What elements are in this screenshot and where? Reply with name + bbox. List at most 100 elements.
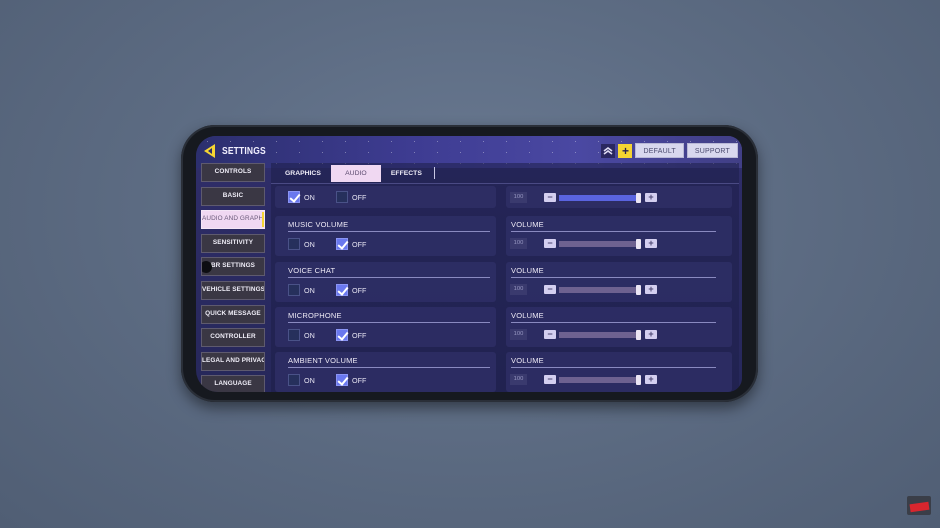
volume-increase-button[interactable]: + [645,375,657,384]
volume-decrease-button[interactable]: − [544,193,556,202]
sidebar-item-language[interactable]: LANGUAGE [201,375,265,392]
sidebar-item-label: BR SETTINGS [210,262,256,270]
volume-slider-thumb[interactable] [636,239,641,249]
sidebar-item-controls[interactable]: CONTROLS [201,163,265,182]
off-option[interactable]: OFF [336,238,366,250]
sidebar-item-sensitivity[interactable]: SENSITIVITY [201,233,265,253]
audio-setting-row: MICROPHONE ON OFF VOLUME 100 − + [275,307,737,347]
tab-audio[interactable]: AUDIO [330,164,381,182]
volume-value: 100 [510,284,527,295]
on-label: ON [304,375,315,385]
volume-slider[interactable] [559,375,641,385]
on-option[interactable]: ON [288,238,315,250]
volume-decrease-button[interactable]: − [544,375,556,384]
sidebar-item-label: LANGUAGE [214,380,252,388]
volume-slider[interactable] [559,330,641,340]
divider [288,367,490,368]
sidebar-item-label: AUDIO AND GRAPHICS [202,215,265,223]
game-screen: SETTINGS + DEFAULT SUPPORT CONTROLS BASIC… [196,136,742,392]
volume-decrease-button[interactable]: − [544,239,556,248]
volume-slider-fill [559,332,640,338]
volume-increase-button[interactable]: + [645,239,657,248]
off-label: OFF [352,192,367,202]
toggle-panel: VOICE CHAT ON OFF [275,262,496,302]
volume-increase-button[interactable]: + [645,193,657,202]
on-label: ON [304,330,315,340]
tab-graphics[interactable]: GRAPHICS [275,165,331,182]
tab-effects[interactable]: EFFECTS [381,165,432,182]
tab-bar: GRAPHICS AUDIO EFFECTS [271,163,739,184]
sidebar-item-controller[interactable]: CONTROLLER [201,328,265,348]
on-checkbox[interactable] [288,238,300,250]
page-title: SETTINGS [222,145,266,157]
on-checkbox[interactable] [288,191,300,203]
sidebar-item-legal-and-privacy[interactable]: LEGAL AND PRIVACY [201,351,265,371]
off-checkbox[interactable] [336,374,348,386]
add-button[interactable]: + [618,143,633,158]
sidebar-item-br-settings[interactable]: BR SETTINGS [201,257,265,277]
volume-value: 100 [510,238,527,249]
off-checkbox[interactable] [336,284,348,296]
off-option[interactable]: OFF [336,329,366,341]
toggle-panel: MUSIC VOLUME ON OFF [275,216,496,256]
off-option[interactable]: OFF [336,191,366,203]
off-checkbox[interactable] [336,191,348,203]
volume-panel: VOLUME 100 − + [506,352,732,392]
volume-decrease-button[interactable]: − [544,285,556,294]
on-option[interactable]: ON [288,329,315,341]
default-button[interactable]: DEFAULT [635,143,684,158]
off-option[interactable]: OFF [336,374,366,386]
off-label: OFF [352,330,367,340]
volume-slider-thumb[interactable] [636,193,641,203]
on-checkbox[interactable] [288,374,300,386]
overlay-dot [202,261,212,274]
volume-slider[interactable] [559,239,641,249]
toggle-panel: AMBIENT VOLUME ON OFF [275,352,496,392]
volume-label: VOLUME [511,311,544,320]
tab-divider [433,167,435,179]
sidebar-item-label: QUICK MESSAGE [205,309,261,317]
sidebar-item-quick-message[interactable]: QUICK MESSAGE [201,304,265,324]
toggle-panel: ON OFF [275,186,496,208]
volume-label: VOLUME [511,266,544,275]
on-option[interactable]: ON [288,374,315,386]
sidebar-item-label: LEGAL AND PRIVACY [202,356,265,364]
setting-label: MUSIC VOLUME [288,220,349,229]
audio-setting-row: VOICE CHAT ON OFF VOLUME 100 − + [275,262,737,302]
volume-value: 100 [510,192,527,203]
off-checkbox[interactable] [336,238,348,250]
audio-setting-row: ON OFF 100 − + [275,186,737,208]
volume-label: VOLUME [511,356,544,365]
on-checkbox[interactable] [288,284,300,296]
volume-label: VOLUME [511,220,544,229]
divider [511,322,716,323]
toggle-panel: MICROPHONE ON OFF [275,307,496,347]
volume-slider[interactable] [559,193,641,203]
off-option[interactable]: OFF [336,284,366,296]
volume-slider-fill [559,377,640,383]
volume-slider-thumb[interactable] [636,375,641,385]
volume-slider-thumb[interactable] [636,285,641,295]
divider [511,367,716,368]
sidebar-item-audio-and-graphics[interactable]: AUDIO AND GRAPHICS [201,210,265,230]
setting-label: AMBIENT VOLUME [288,356,358,365]
volume-slider-thumb[interactable] [636,330,641,340]
sidebar-item-label: CONTROLLER [210,333,256,341]
support-button[interactable]: SUPPORT [686,143,738,158]
volume-slider[interactable] [559,285,641,295]
settings-header: SETTINGS [202,142,274,160]
back-arrow-icon[interactable] [202,143,218,159]
sidebar-item-basic[interactable]: BASIC [201,186,265,206]
volume-decrease-button[interactable]: − [544,330,556,339]
volume-increase-button[interactable]: + [645,330,657,339]
rank-chevrons-icon[interactable] [601,143,616,158]
divider [288,322,490,323]
on-option[interactable]: ON [288,191,315,203]
off-checkbox[interactable] [336,329,348,341]
off-label: OFF [352,375,367,385]
on-option[interactable]: ON [288,284,315,296]
volume-slider-fill [559,287,640,293]
sidebar-item-vehicle-settings[interactable]: VEHICLE SETTINGS [201,280,265,300]
on-checkbox[interactable] [288,329,300,341]
volume-increase-button[interactable]: + [645,285,657,294]
